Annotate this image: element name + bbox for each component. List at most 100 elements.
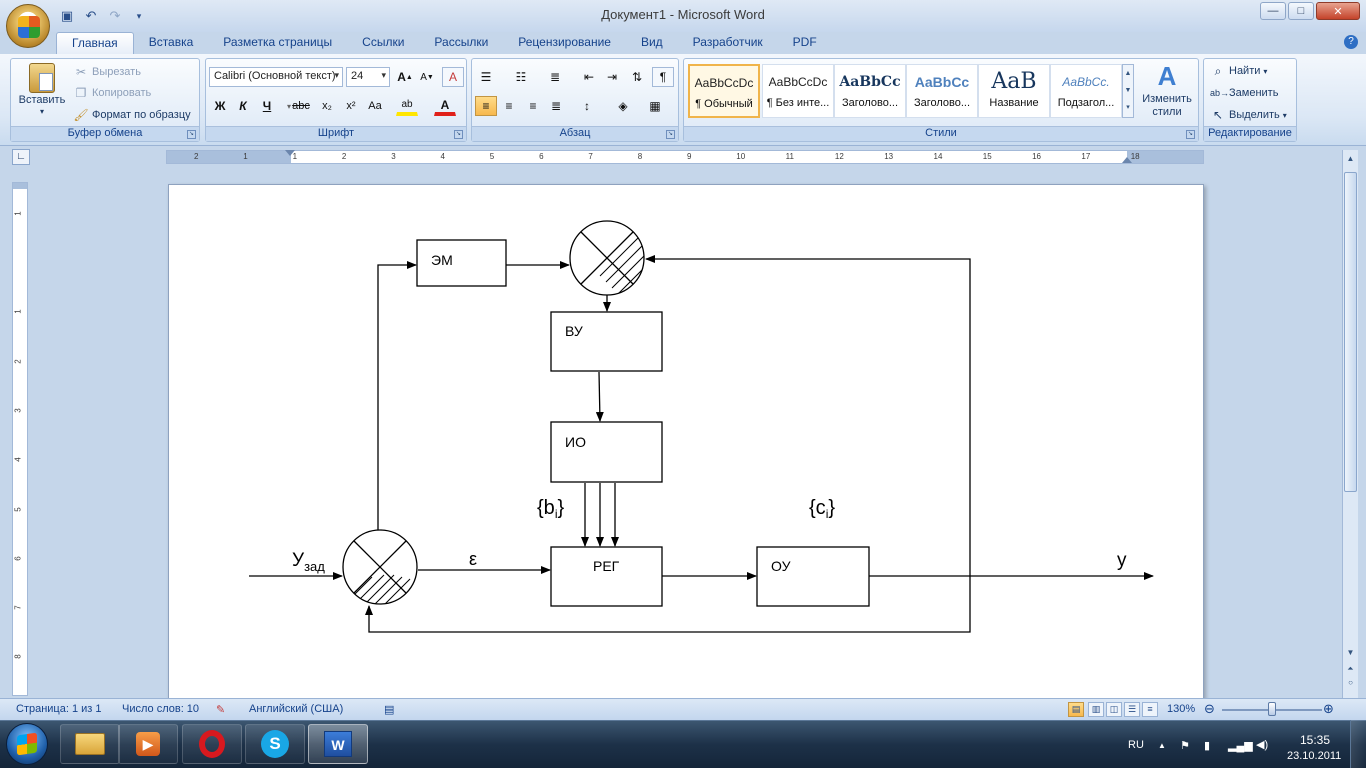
clear-format-button[interactable]: A [442, 67, 464, 87]
align-center-icon[interactable]: ≡ [498, 96, 520, 116]
prev-page-icon[interactable]: ⏶ [1344, 662, 1357, 676]
tab-stop-selector[interactable]: ∟ [12, 149, 30, 165]
block-ou[interactable] [756, 546, 870, 607]
print-layout-view-icon[interactable]: ▤ [1068, 702, 1084, 717]
style-title[interactable]: AaB Название [978, 64, 1050, 118]
copy-button[interactable]: ❐ Копировать [73, 85, 152, 101]
tab-page-layout[interactable]: Разметка страницы [208, 32, 347, 54]
help-icon[interactable]: ? [1344, 35, 1358, 49]
zoom-in-icon[interactable]: ⊕ [1323, 701, 1334, 717]
block-io[interactable] [550, 421, 663, 483]
highlight-button[interactable]: ab [396, 96, 418, 116]
full-screen-view-icon[interactable]: ▥ [1088, 702, 1104, 717]
format-painter-button[interactable]: 🖌 Формат по образцу [73, 107, 190, 123]
show-desktop-button[interactable] [1350, 720, 1366, 768]
zoom-out-icon[interactable]: ⊖ [1204, 701, 1215, 717]
explorer-icon[interactable] [60, 724, 120, 764]
font-size-select[interactable]: 24 [346, 67, 390, 87]
maximize-button[interactable]: □ [1288, 2, 1314, 20]
clock-time[interactable]: 15:35 [1300, 733, 1330, 747]
style-no-spacing[interactable]: AaBbCcDc ¶ Без инте... [762, 64, 834, 118]
vertical-scrollbar[interactable]: ▲ ▼ ⏶ ○ [1342, 150, 1358, 698]
zoom-slider-thumb[interactable] [1268, 702, 1276, 716]
opera-icon[interactable] [182, 724, 242, 764]
clipboard-launcher-icon[interactable]: ↘ [187, 130, 196, 139]
draft-view-icon[interactable]: ≡ [1142, 702, 1158, 717]
word-count-status[interactable]: Число слов: 10 [122, 703, 199, 715]
style-subtitle[interactable]: AaBbCc. Подзагол... [1050, 64, 1122, 118]
tab-mailings[interactable]: Рассылки [419, 32, 503, 54]
style-heading-2[interactable]: AaBbCc Заголово... [906, 64, 978, 118]
font-color-button[interactable]: A [434, 96, 456, 116]
scroll-thumb[interactable] [1344, 172, 1357, 492]
grow-font-button[interactable]: A ▲ [394, 67, 416, 87]
tab-review[interactable]: Рецензирование [503, 32, 626, 54]
web-view-icon[interactable]: ◫ [1106, 702, 1122, 717]
underline-button[interactable]: Ч [256, 96, 278, 116]
proofing-icon[interactable]: ✎ [216, 703, 225, 716]
replace-button[interactable]: ab→ Заменить [1210, 85, 1278, 101]
page-count-status[interactable]: Страница: 1 из 1 [16, 703, 102, 715]
tab-pdf[interactable]: PDF [778, 32, 832, 54]
scroll-down-icon[interactable]: ▼ [1344, 646, 1357, 660]
cut-button[interactable]: ✂ Вырезать [73, 64, 141, 80]
volume-icon[interactable]: ◀) [1256, 738, 1268, 751]
style-normal[interactable]: AaBbCcDc ¶ Обычный [688, 64, 760, 118]
justify-icon[interactable]: ≣ [545, 96, 567, 116]
language-status[interactable]: Английский (США) [249, 703, 343, 715]
tray-expand-icon[interactable]: ▲ [1158, 741, 1166, 750]
skype-icon[interactable]: S [245, 724, 305, 764]
font-launcher-icon[interactable]: ↘ [454, 130, 463, 139]
vertical-ruler[interactable]: 1 1 2 3 4 5 6 7 8 [12, 182, 28, 696]
subscript-button[interactable]: x₂ [316, 96, 338, 116]
tab-developer[interactable]: Разработчик [678, 32, 778, 54]
multilevel-list-icon[interactable]: ≣ [544, 67, 566, 87]
paste-button[interactable]: Вставить ▾ [17, 63, 67, 116]
block-vu[interactable] [550, 311, 663, 372]
browse-object-icon[interactable]: ○ [1344, 676, 1357, 690]
summing-junction-bottom[interactable] [342, 529, 418, 607]
summing-junction-top[interactable] [569, 220, 652, 298]
decrease-indent-icon[interactable]: ⇤ [578, 67, 600, 87]
outline-view-icon[interactable]: ☰ [1124, 702, 1140, 717]
numbering-icon[interactable]: ☷ [510, 67, 532, 87]
horizontal-ruler[interactable]: 2 1 1 2 3 4 5 6 7 8 9 10 11 12 13 14 15 16 17 18 [166, 150, 1204, 164]
superscript-button[interactable]: x² [340, 96, 362, 116]
strikethrough-button[interactable]: abc [290, 96, 312, 116]
tab-view[interactable]: Вид [626, 32, 678, 54]
align-right-icon[interactable]: ≡ [522, 96, 544, 116]
sort-icon[interactable]: ⇅ [626, 67, 648, 87]
italic-button[interactable]: К [232, 96, 254, 116]
font-name-select[interactable]: Calibri (Основной текст) [209, 67, 343, 87]
style-heading-1[interactable]: AaBbCc Заголово... [834, 64, 906, 118]
word-icon[interactable]: W [308, 724, 368, 764]
input-language-indicator[interactable]: RU [1128, 739, 1144, 751]
shrink-font-button[interactable]: A ▼ [416, 67, 438, 87]
tab-home[interactable]: Главная [56, 32, 134, 54]
action-center-icon[interactable]: ⚑ [1180, 739, 1190, 752]
align-left-icon[interactable]: ≡ [475, 96, 497, 116]
styles-launcher-icon[interactable]: ↘ [1186, 130, 1195, 139]
clock-date[interactable]: 23.10.2011 [1287, 750, 1341, 762]
tab-insert[interactable]: Вставка [134, 32, 209, 54]
scroll-up-icon[interactable]: ▲ [1344, 152, 1357, 166]
paragraph-launcher-icon[interactable]: ↘ [666, 130, 675, 139]
change-case-button[interactable]: Aa [364, 96, 386, 116]
indent-marker-icon[interactable] [285, 150, 295, 156]
media-player-icon[interactable]: ▶ [118, 724, 178, 764]
power-icon[interactable]: ▮ [1204, 739, 1210, 752]
find-button[interactable]: ⌕ Найти ▾ [1210, 63, 1268, 79]
shading-icon[interactable]: ◈ [612, 96, 634, 116]
start-button[interactable] [6, 723, 48, 765]
styles-scroll[interactable]: ▲ ▼ ▾ [1122, 64, 1134, 118]
network-signal-icon[interactable]: ▂▄▆ [1228, 739, 1253, 752]
zoom-level[interactable]: 130% [1167, 703, 1195, 715]
right-indent-marker-icon[interactable] [1122, 157, 1132, 163]
increase-indent-icon[interactable]: ⇥ [601, 67, 623, 87]
close-button[interactable]: ✕ [1316, 2, 1360, 20]
select-button[interactable]: ↖ Выделить ▾ [1210, 107, 1287, 123]
borders-icon[interactable]: ▦ [644, 96, 666, 116]
block-reg[interactable] [550, 546, 663, 607]
line-spacing-icon[interactable]: ↕ [576, 96, 598, 116]
macro-record-icon[interactable]: ▤ [384, 703, 394, 716]
